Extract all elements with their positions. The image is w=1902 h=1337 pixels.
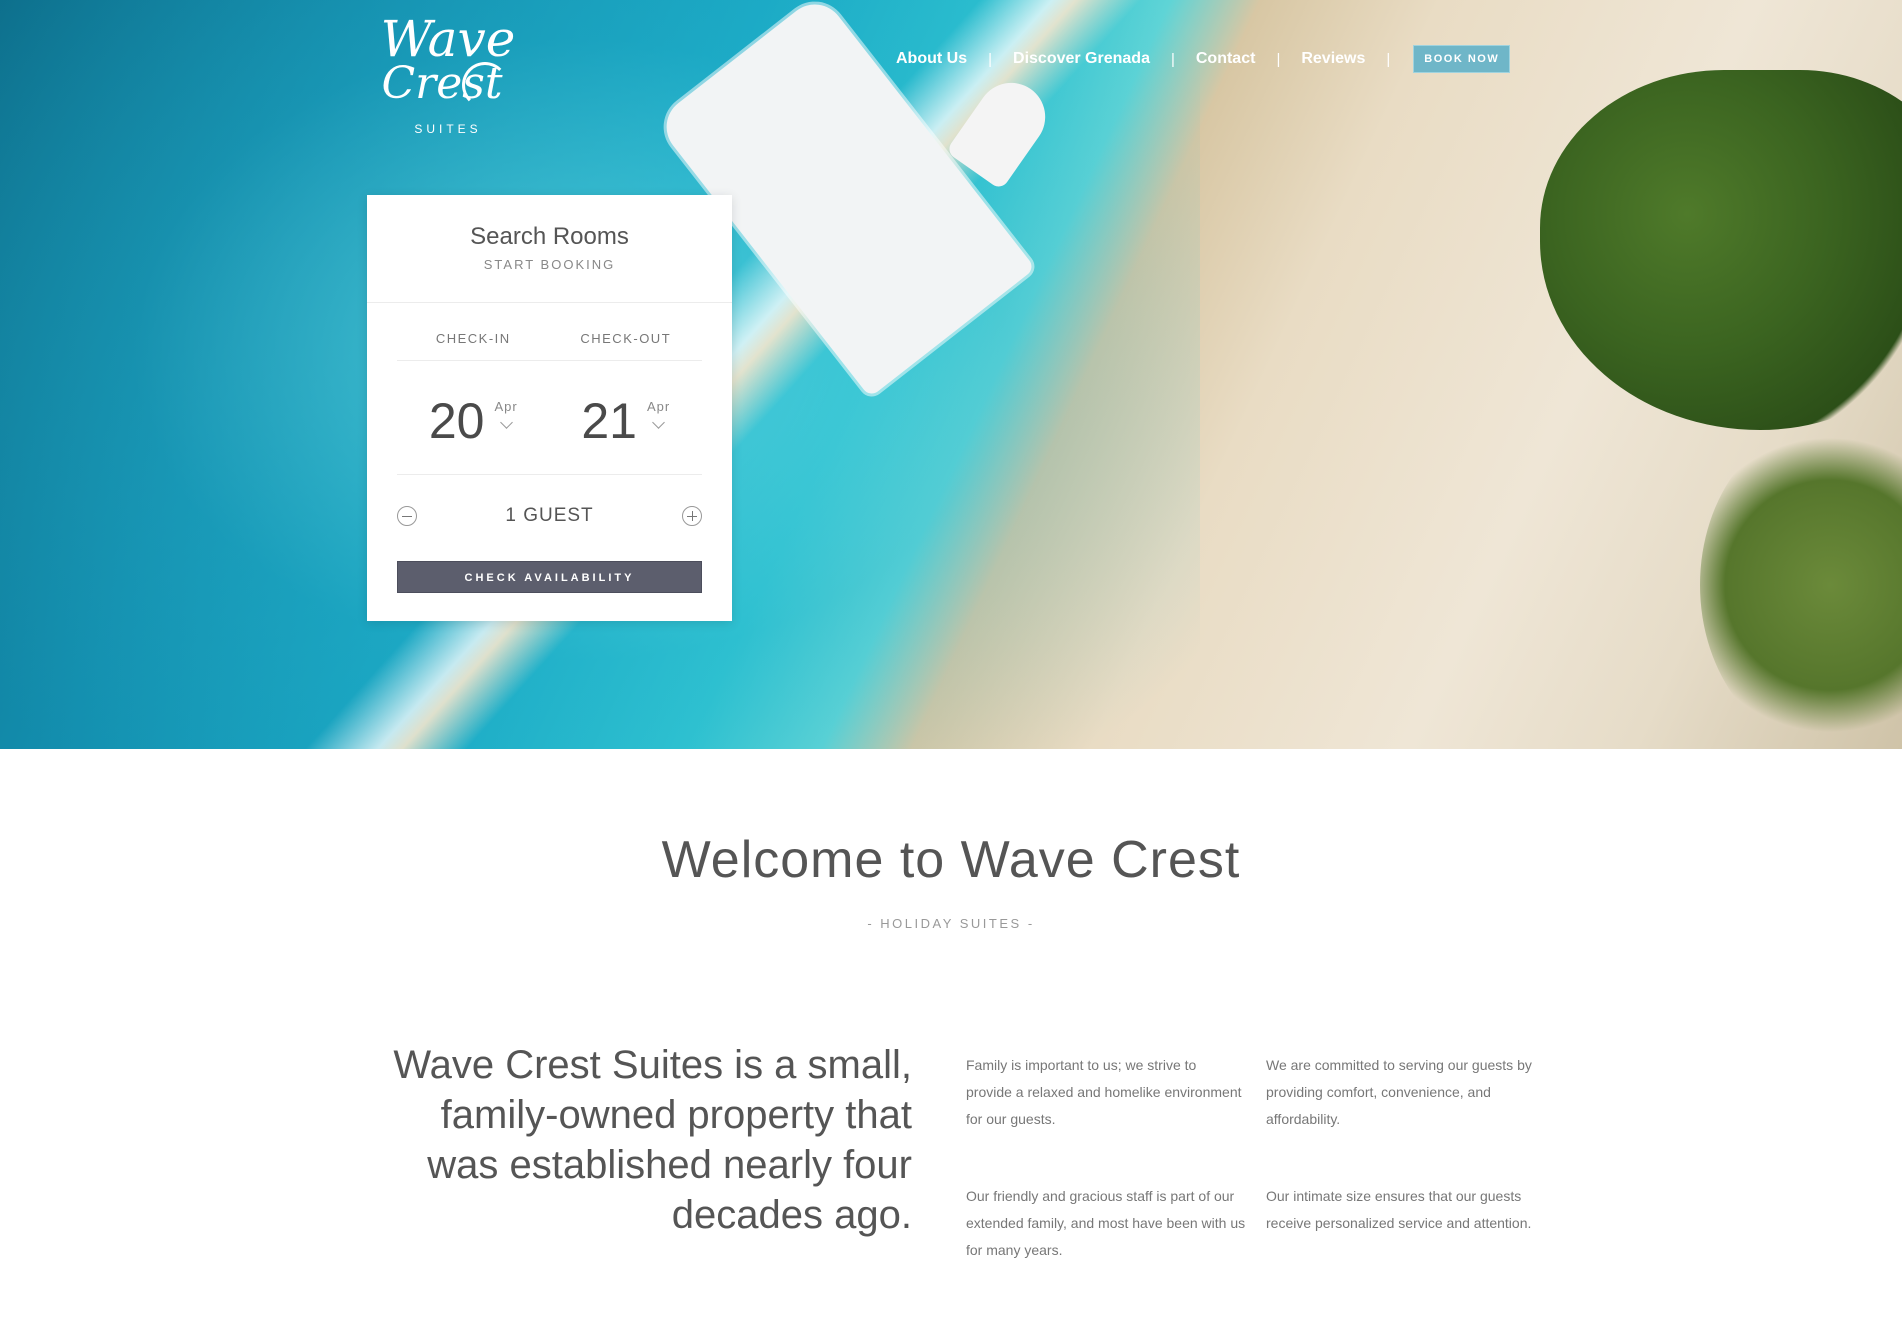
nav-separator: | bbox=[1386, 50, 1391, 68]
nav-contact[interactable]: Contact bbox=[1196, 50, 1256, 68]
welcome-title: Welcome to Wave Crest bbox=[661, 831, 1241, 889]
intro-paragraph-staff: Our friendly and gracious staff is part … bbox=[966, 1188, 1246, 1258]
nav-separator: | bbox=[1170, 50, 1175, 68]
intro-paragraph-family: Family is important to us; we strive to … bbox=[966, 1057, 1242, 1127]
intro-paragraph-commitment: We are committed to serving our guests b… bbox=[1266, 1057, 1532, 1127]
date-labels: CHECK-IN CHECK-OUT bbox=[397, 323, 702, 361]
trees bbox=[1540, 70, 1902, 430]
nav-discover-grenada[interactable]: Discover Grenada bbox=[1013, 50, 1150, 68]
checkout-month: Apr bbox=[646, 398, 671, 414]
main-nav: About Us | Discover Grenada | Contact | … bbox=[896, 45, 1511, 73]
booking-title: Search Rooms bbox=[470, 223, 629, 250]
minus-icon[interactable] bbox=[397, 506, 417, 526]
checkin-date-picker[interactable]: 20 Apr bbox=[397, 367, 550, 474]
plus-icon[interactable] bbox=[682, 506, 702, 526]
guest-count: 1 GUEST bbox=[505, 505, 594, 526]
chevron-down-icon[interactable] bbox=[499, 415, 513, 429]
checkout-label: CHECK-OUT bbox=[580, 331, 672, 346]
checkout-date-picker[interactable]: 21 Apr bbox=[550, 367, 703, 474]
checkin-month: Apr bbox=[494, 398, 518, 414]
book-now-button[interactable]: BOOK NOW bbox=[1413, 45, 1511, 73]
nav-reviews[interactable]: Reviews bbox=[1301, 50, 1365, 68]
checkin-label: CHECK-IN bbox=[435, 331, 511, 346]
intro-lead: Wave Crest Suites is a small, family-own… bbox=[393, 1043, 912, 1237]
checkout-month-wrap: Apr bbox=[646, 398, 671, 429]
guest-stepper: 1 GUEST bbox=[397, 491, 702, 541]
nav-about-us[interactable]: About Us bbox=[896, 50, 967, 68]
chevron-down-icon[interactable] bbox=[652, 415, 665, 429]
nav-separator: | bbox=[988, 50, 993, 68]
checkin-day: 20 bbox=[428, 392, 485, 449]
booking-widget: Search Rooms START BOOKING CHECK-IN CHEC… bbox=[367, 195, 732, 621]
hero-image bbox=[0, 0, 1902, 749]
booking-subtitle: START BOOKING bbox=[483, 257, 616, 272]
nav-separator: | bbox=[1276, 50, 1281, 68]
date-pickers: 20 Apr 21 Apr bbox=[397, 367, 702, 475]
logo-word-wave: Wave bbox=[380, 10, 516, 68]
checkout-day: 21 bbox=[581, 392, 637, 449]
logo-subtitle: SUITES bbox=[414, 122, 482, 136]
wave-icon bbox=[462, 62, 508, 108]
trees-lower bbox=[1700, 420, 1902, 749]
intro-paragraph-size: Our intimate size ensures that our guest… bbox=[1266, 1188, 1532, 1231]
welcome-section: Welcome to Wave Crest - HOLIDAY SUITES - bbox=[0, 830, 1902, 931]
checkin-month-wrap: Apr bbox=[494, 398, 518, 429]
check-availability-button[interactable]: CHECK AVAILABILITY bbox=[397, 561, 702, 593]
booking-header: Search Rooms START BOOKING bbox=[367, 195, 732, 303]
site-logo[interactable]: Wave Crest SUITES bbox=[378, 12, 518, 147]
welcome-subtitle: - HOLIDAY SUITES - bbox=[867, 916, 1035, 931]
